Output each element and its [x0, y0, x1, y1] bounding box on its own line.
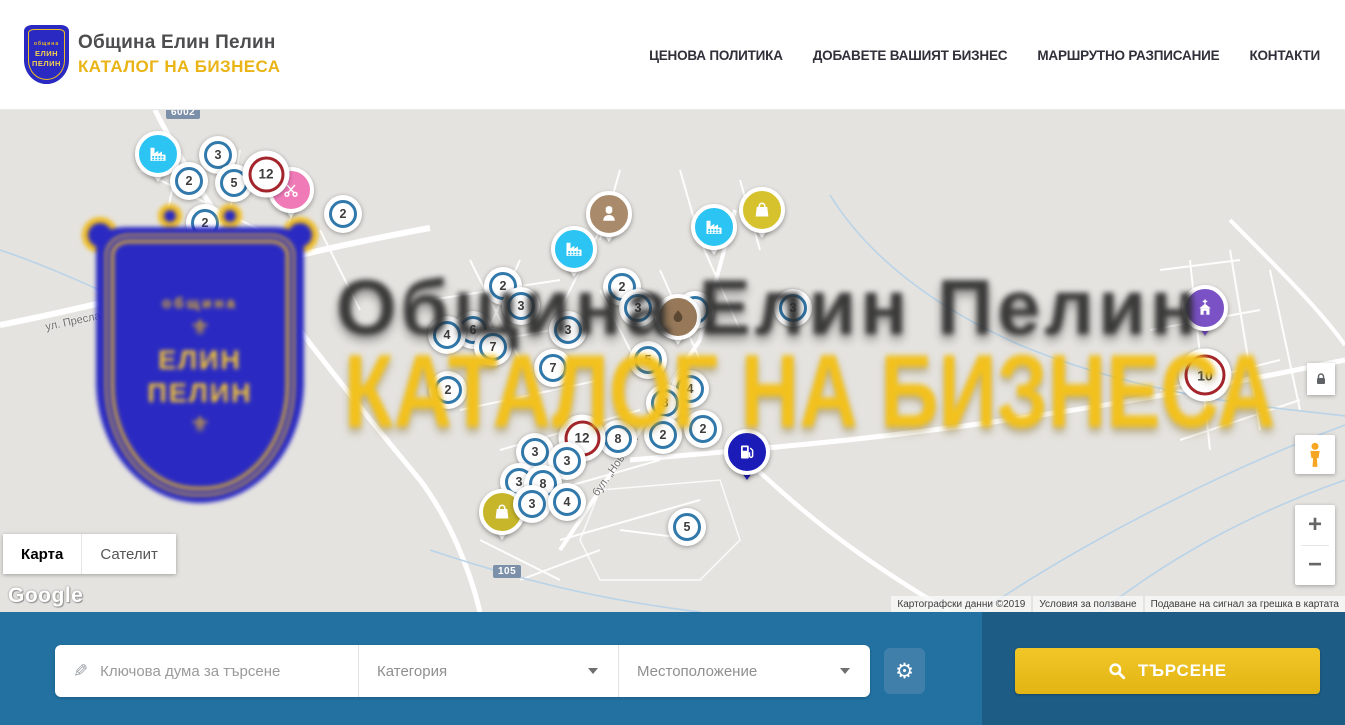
cluster-marker[interactable]: 5	[629, 341, 667, 379]
cluster-marker[interactable]: 3	[549, 311, 587, 349]
cluster-marker[interactable]: 3	[619, 289, 657, 327]
factory-icon	[551, 226, 597, 272]
site-subtitle: КАТАЛОГ НА БИЗНЕСА	[78, 57, 280, 77]
terms-of-use-link[interactable]: Условия за ползване	[1033, 596, 1142, 612]
nav-item-add-business[interactable]: ДОБАВЕТЕ ВАШИЯТ БИЗНЕС	[813, 48, 1008, 63]
zoom-out-button[interactable]: −	[1295, 546, 1335, 586]
cluster-marker[interactable]: 2	[170, 162, 208, 200]
cluster-marker[interactable]: 2	[684, 410, 722, 448]
cluster-marker[interactable]: 12	[243, 151, 290, 198]
cluster-marker[interactable]: 3	[513, 485, 551, 523]
search-icon	[1108, 662, 1126, 680]
cluster-marker[interactable]: 3	[774, 289, 812, 327]
search-field-group: ✎ Категория Местоположение	[55, 645, 870, 697]
map-type-satellite-button[interactable]: Сателит	[81, 534, 176, 574]
site-header: община ЕЛИНПЕЛИН Община Елин Пелин КАТАЛ…	[0, 0, 1345, 110]
flame-icon	[655, 294, 701, 340]
map-canvas[interactable]: ул. Преславбул. „Новосел 6002105 3251222…	[0, 110, 1345, 612]
nav-item-pricing[interactable]: ЦЕНОВА ПОЛИТИКА	[649, 48, 783, 63]
category-dropdown[interactable]: Категория	[358, 645, 618, 697]
fuel-pin-marker[interactable]	[724, 429, 770, 475]
factory-icon	[691, 204, 737, 250]
cluster-marker[interactable]: 7	[534, 349, 572, 387]
main-nav: ЦЕНОВА ПОЛИТИКА ДОБАВЕТЕ ВАШИЯТ БИЗНЕС М…	[649, 0, 1320, 110]
church-icon	[1182, 285, 1228, 331]
cluster-marker[interactable]: 2	[186, 204, 224, 242]
chevron-down-icon	[840, 668, 850, 679]
chevron-down-icon	[588, 668, 598, 679]
cluster-marker[interactable]: 5	[668, 508, 706, 546]
pegman-icon	[1304, 442, 1326, 468]
keyword-search-input[interactable]	[100, 663, 330, 680]
search-button[interactable]: ТЪРСЕНЕ	[1015, 648, 1320, 694]
shopping-bag-pin-marker[interactable]	[739, 187, 785, 233]
flame-pin-marker[interactable]	[655, 294, 701, 340]
map-attribution: Картографски данни ©2019 Условия за полз…	[891, 596, 1345, 612]
cluster-marker[interactable]: 2	[324, 195, 362, 233]
cluster-marker[interactable]: 7	[474, 328, 512, 366]
lock-icon	[1313, 371, 1329, 387]
pencil-icon: ✎	[73, 661, 88, 682]
marker-layer: 325122222335364375724822812333834510	[0, 110, 1345, 612]
zoom-in-button[interactable]: +	[1295, 505, 1335, 545]
lock-control-button[interactable]	[1307, 363, 1335, 395]
cluster-marker[interactable]: 2	[644, 416, 682, 454]
gear-icon: ⚙	[895, 661, 914, 682]
cluster-marker[interactable]: 2	[429, 371, 467, 409]
location-dropdown[interactable]: Местоположение	[618, 645, 870, 697]
municipality-crest-logo: община ЕЛИНПЕЛИН	[25, 26, 68, 83]
map-type-map-button[interactable]: Карта	[3, 534, 81, 574]
map-type-control: Карта Сателит	[3, 534, 176, 574]
cluster-marker[interactable]: 10	[1179, 349, 1232, 402]
site-title: Община Елин Пелин	[78, 32, 280, 54]
nav-item-transport-schedule[interactable]: МАРШРУТНО РАЗПИСАНИЕ	[1037, 48, 1219, 63]
google-logo[interactable]: Google	[8, 584, 83, 608]
church-pin-marker[interactable]	[1182, 285, 1228, 331]
street-view-pegman-button[interactable]	[1295, 435, 1335, 474]
cluster-marker[interactable]: 4	[428, 316, 466, 354]
advanced-search-button[interactable]: ⚙	[884, 648, 925, 694]
report-map-error-link[interactable]: Подаване на сигнал за грешка в картата	[1145, 596, 1345, 612]
cluster-marker[interactable]: 4	[548, 483, 586, 521]
cluster-marker[interactable]: 3	[502, 287, 540, 325]
factory-pin-marker[interactable]	[551, 226, 597, 272]
brand-logo[interactable]: община ЕЛИНПЕЛИН Община Елин Пелин КАТАЛ…	[25, 26, 280, 83]
factory-pin-marker[interactable]	[691, 204, 737, 250]
fuel-icon	[724, 429, 770, 475]
zoom-control: + −	[1295, 505, 1335, 585]
search-bar: ✎ Категория Местоположение ⚙ ТЪРСЕНЕ	[0, 612, 1345, 725]
shopping-bag-icon	[739, 187, 785, 233]
attribution-copyright: Картографски данни ©2019	[891, 596, 1031, 612]
nav-item-contacts[interactable]: КОНТАКТИ	[1249, 48, 1320, 63]
